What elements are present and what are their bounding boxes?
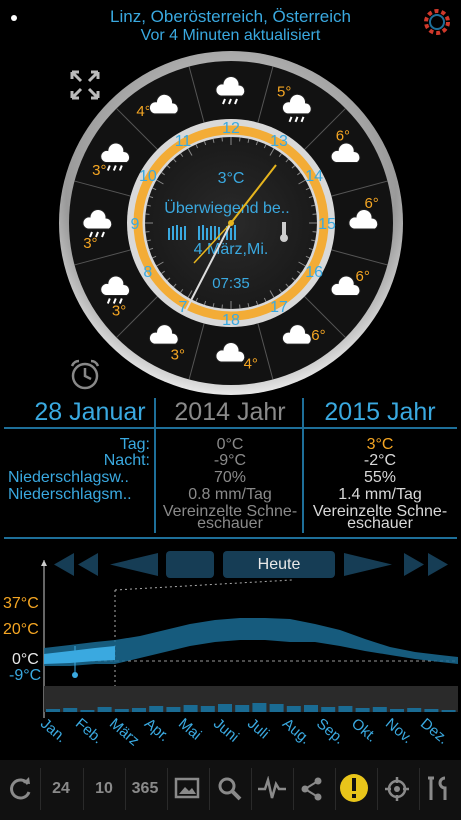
precipitation-bar xyxy=(218,704,232,712)
precipitation-bar xyxy=(390,709,404,712)
toolbar-separator xyxy=(167,768,168,810)
value-precip-amount-previous: 0.8 mm/Tag xyxy=(188,486,272,503)
value-description-current-line2: eschauer xyxy=(347,515,413,532)
value-precip-prob-previous: 70% xyxy=(213,469,247,486)
row-label-night: Nacht: xyxy=(103,452,150,469)
table-divider xyxy=(4,427,457,429)
comparison-year-previous[interactable]: 2014 Jahr xyxy=(158,398,302,428)
precipitation-bar xyxy=(235,705,250,712)
precipitation-bar xyxy=(200,706,215,712)
clock-date: 4 März,Mi. xyxy=(194,241,269,258)
clock-hour-label: 14 xyxy=(305,168,323,185)
value-night-current: -2°C xyxy=(363,452,397,469)
clock-hour-label: 16 xyxy=(305,264,323,281)
activity-pulse-icon[interactable] xyxy=(256,776,288,802)
precipitation-bar xyxy=(80,710,95,712)
toolbar-separator xyxy=(209,768,210,810)
y-label-37: 37°C xyxy=(3,595,39,612)
precipitation-bar xyxy=(97,707,112,712)
y-label-20: 20°C xyxy=(3,621,39,638)
forecast-10day-button[interactable]: 10 xyxy=(84,775,124,803)
tools-settings-icon[interactable] xyxy=(425,775,453,803)
weather-clock-dial[interactable]: 121314151617187891011 5°6°6°6°6°4°3°3°3°… xyxy=(58,50,404,396)
clock-hour-label: 11 xyxy=(175,133,192,150)
value-precip-amount-current: 1.4 mm/Tag xyxy=(338,486,422,503)
toolbar-separator xyxy=(419,768,420,810)
ring-temperature-label: 6° xyxy=(311,327,325,344)
clock-current-temp: 3°C xyxy=(218,170,245,187)
ring-temperature-label: 4° xyxy=(136,103,150,120)
clock-hour-label: 9 xyxy=(131,216,140,233)
precipitation-bar xyxy=(166,707,181,712)
precipitation-bar xyxy=(424,709,439,712)
clock-hour-label: 18 xyxy=(222,312,240,329)
clock-condition: Überwiegend be.. xyxy=(164,199,289,217)
precipitation-bar xyxy=(46,709,60,712)
updated-status: Vor 4 Minuten aktualisiert xyxy=(140,27,321,44)
toolbar-separator xyxy=(377,768,378,810)
precipitation-bar xyxy=(286,706,301,712)
row-label-day: Tag: xyxy=(119,436,150,453)
precipitation-bar xyxy=(304,705,318,712)
precipitation-bar xyxy=(252,703,267,712)
comparison-date[interactable]: 28 Januar xyxy=(20,398,160,428)
clock-time: 07:35 xyxy=(212,275,250,292)
y-label-minus9: -9°C xyxy=(9,667,42,684)
clock-hour-label: 17 xyxy=(270,299,288,316)
comparison-year-current[interactable]: 2015 Jahr xyxy=(304,398,456,428)
value-precip-prob-current: 55% xyxy=(363,469,397,486)
location-target-icon[interactable] xyxy=(384,776,410,802)
precipitation-bar xyxy=(372,707,387,712)
table-divider xyxy=(4,537,457,539)
ring-temperature-label: 3° xyxy=(112,302,126,319)
ring-temperature-label: 4° xyxy=(244,356,258,373)
precipitation-bar xyxy=(407,708,422,712)
table-divider xyxy=(154,398,156,533)
ring-temperature-label: 3° xyxy=(83,235,97,252)
precipitation-bar xyxy=(114,709,129,712)
clock-hour-label: 8 xyxy=(143,264,152,281)
ring-temperature-label: 3° xyxy=(92,162,106,179)
settings-gear-icon[interactable] xyxy=(421,6,453,38)
precipitation-bar xyxy=(269,704,284,712)
clock-hour-label: 12 xyxy=(222,120,240,137)
precipitation-bar xyxy=(183,705,198,712)
precipitation-bar xyxy=(321,707,336,712)
search-icon[interactable] xyxy=(217,776,243,802)
today-indicator-line xyxy=(114,579,293,591)
precipitation-bar xyxy=(132,708,146,712)
precipitation-bar xyxy=(149,706,164,712)
ring-temperature-label: 3° xyxy=(171,347,185,364)
warning-alert-icon[interactable] xyxy=(339,773,369,803)
ring-temperature-label: 5° xyxy=(277,83,291,100)
current-date-dot xyxy=(72,672,78,678)
ring-temperature-label: 6° xyxy=(355,268,369,285)
location-title[interactable]: Linz, Oberösterreich, Österreich xyxy=(0,7,461,27)
toolbar-separator xyxy=(335,768,336,810)
value-day-current: 3°C xyxy=(366,436,394,453)
precipitation-bar xyxy=(441,710,456,712)
row-label-precip-amount: Niederschlagsm.. xyxy=(8,486,132,503)
clock-hour-label: 13 xyxy=(270,133,288,150)
forecast-365day-button[interactable]: 365 xyxy=(125,775,165,803)
map-image-icon[interactable] xyxy=(174,776,200,800)
precipitation-bar xyxy=(63,708,78,712)
share-icon[interactable] xyxy=(299,776,325,802)
value-description-previous-line2: eschauer xyxy=(197,515,263,532)
toolbar-separator xyxy=(251,768,252,810)
clock-center xyxy=(228,220,234,226)
ring-temperature-label: 6° xyxy=(336,128,350,145)
refresh-icon[interactable] xyxy=(6,775,34,803)
forecast-24h-button[interactable]: 24 xyxy=(41,775,81,803)
precipitation-bar xyxy=(338,706,353,712)
value-day-previous: 0°C xyxy=(216,436,244,453)
value-night-previous: -9°C xyxy=(213,452,247,469)
clock-hour-label: 10 xyxy=(139,168,157,185)
clock-hour-label: 15 xyxy=(318,216,336,233)
toolbar-separator xyxy=(293,768,294,810)
precipitation-bar xyxy=(355,708,370,712)
row-label-precip-probability: Niederschlagsw.. xyxy=(8,469,129,486)
